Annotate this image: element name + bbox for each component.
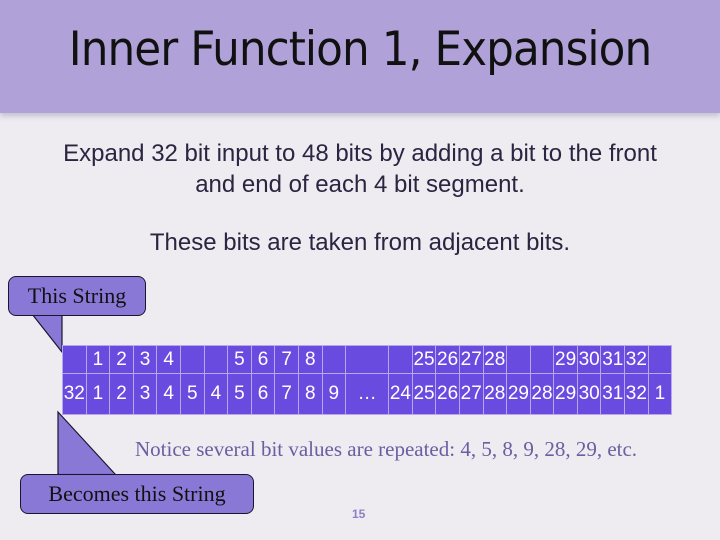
bit-cell: … [345,373,390,415]
bit-cell: 25 [411,345,437,374]
description-text: Expand 32 bit input to 48 bits by adding… [63,140,657,198]
bit-cell: 1 [85,373,111,415]
bit-cell: 28 [482,345,508,374]
bit-cell: 29 [553,345,578,374]
bit-cell: 26 [435,345,460,374]
bit-cell: 25 [411,373,437,415]
bit-cell: 1 [647,373,673,415]
bit-cell: 3 [132,373,158,415]
callout-bottom-tail [57,410,117,475]
bit-cell: 24 [388,373,413,415]
callout-top-tail [30,313,63,354]
page-number: 15 [352,507,366,521]
bit-cell [647,345,673,374]
callout-becomes-this-string: Becomes this String [20,474,254,514]
bit-cell: 6 [250,373,276,415]
bit-cell [179,345,205,374]
bit-cell: 29 [506,373,531,415]
bit-cell [388,345,413,374]
bit-cell [345,345,390,374]
slide-title: Inner Function 1, Expansion [68,22,652,77]
bit-cell [203,345,229,374]
bit-cell: 27 [458,345,484,374]
bit-cell: 8 [297,373,323,415]
bit-cell: 30 [576,373,602,415]
adjacent-bits-text: These bits are taken from adjacent bits. [149,229,571,256]
bit-cell: 4 [156,345,181,374]
input-bits-row: 1 2 3 4 5 6 7 8 25 26 27 28 29 30 31 32 [62,345,673,374]
bit-cell [62,345,87,374]
bit-cell: 7 [274,373,299,415]
callout-this-string: This String [8,276,146,316]
bit-cell: 28 [482,373,508,415]
bit-cell: 2 [109,345,134,374]
expansion-table: 1 2 3 4 5 6 7 8 25 26 27 28 29 30 31 32 32 1 2 3 4 5 4 5 6 7 8 9… 2… [62,345,673,415]
bit-cell: 5 [179,373,205,415]
bit-cell: 5 [227,345,252,374]
bit-cell: 32 [624,345,649,374]
notice-text: Notice several bit values are repeated: … [135,437,638,461]
bit-cell: 1 [85,345,111,374]
bit-cell [506,345,531,374]
bit-cell: 27 [458,373,484,415]
bit-cell: 29 [553,373,578,415]
bit-cell: 30 [576,345,602,374]
bit-cell: 28 [529,373,555,415]
bit-cell: 2 [109,373,134,415]
bit-cell: 8 [297,345,323,374]
bit-cell: 4 [203,373,229,415]
output-bits-row: 32 1 2 3 4 5 4 5 6 7 8 9… 24 25 26 27 28 29 28 29 30 31 32 1 [62,373,673,415]
bit-cell [321,345,347,374]
bit-cell: 3 [132,345,158,374]
bit-cell: 32 [624,373,649,415]
bit-cell: 5 [227,373,252,415]
bit-cell: 7 [274,345,299,374]
bit-cell: 32 [62,373,87,415]
bit-cell: 31 [600,345,626,374]
bit-cell [529,345,555,374]
bit-cell: 6 [250,345,276,374]
bit-cell: 31 [600,373,626,415]
bit-cell: 26 [435,373,460,415]
bit-cell: 9 [321,373,347,415]
bit-cell: 4 [156,373,181,415]
